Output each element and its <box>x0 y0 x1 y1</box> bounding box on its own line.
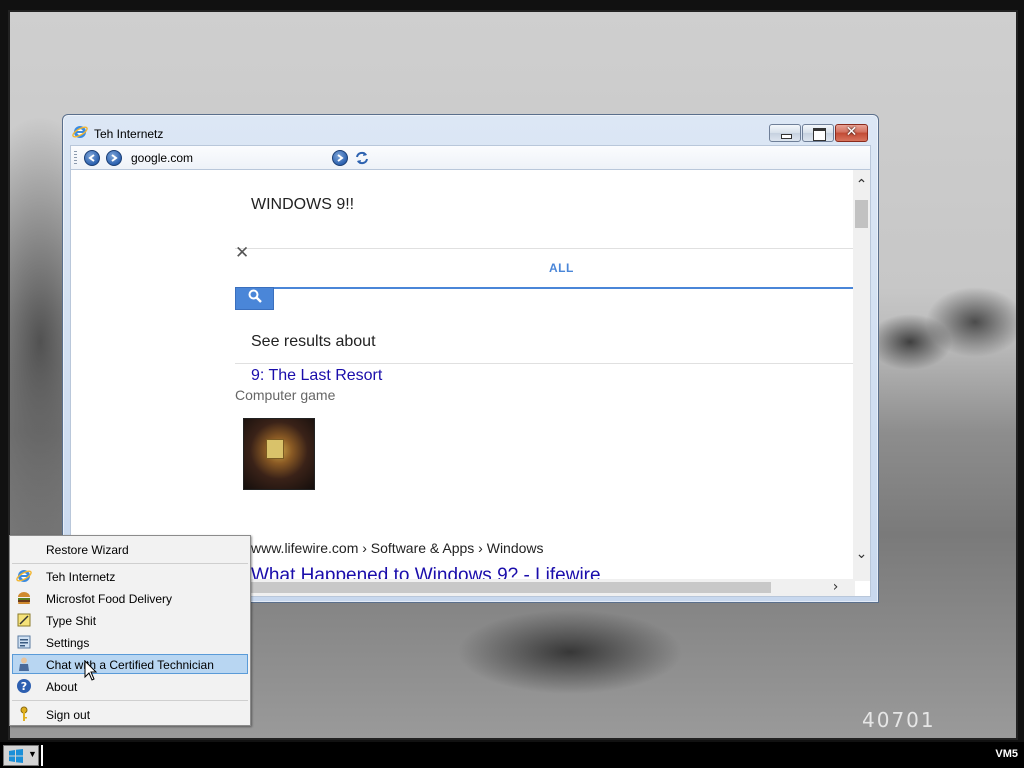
scroll-up-icon[interactable]: ⌃ <box>853 178 870 192</box>
tab-all[interactable]: ALL <box>549 261 574 275</box>
taskbar-divider <box>41 745 43 766</box>
go-arrow-icon <box>337 154 344 162</box>
taskbar: ▼ VM5 <box>0 742 1024 768</box>
divider <box>235 363 855 364</box>
menu-separator <box>12 563 248 564</box>
horizontal-scroll-thumb[interactable] <box>251 582 771 593</box>
result-link[interactable]: 9: The Last Resort <box>251 367 382 385</box>
menu-item-about[interactable]: ? About <box>12 676 248 696</box>
svg-text:?: ? <box>21 680 27 693</box>
internet-explorer-icon <box>16 570 32 582</box>
result-breadcrumb-url[interactable]: www.lifewire.com › Software & Apps › Win… <box>251 540 544 556</box>
menu-item-label: Microsfot Food Delivery <box>46 592 173 606</box>
toolbar-grip[interactable] <box>74 151 77 165</box>
menu-item-settings[interactable]: Settings <box>12 632 248 652</box>
notepad-icon <box>17 613 31 627</box>
address-bar[interactable] <box>131 148 327 168</box>
result-subtitle: Computer game <box>235 387 336 403</box>
internet-explorer-icon <box>72 126 88 138</box>
settings-icon <box>17 635 31 649</box>
menu-item-label: Teh Internetz <box>46 570 116 584</box>
key-icon <box>20 706 28 721</box>
menu-item-teh-internetz[interactable]: Teh Internetz <box>12 566 248 586</box>
menu-item-restore-wizard[interactable]: Restore Wizard <box>12 539 248 559</box>
search-icon <box>248 289 262 303</box>
go-button[interactable] <box>332 150 348 166</box>
menu-item-label: Type Shit <box>46 614 97 628</box>
window-title: Teh Internetz <box>94 127 164 141</box>
menu-item-food-delivery[interactable]: Microsfot Food Delivery <box>12 588 248 608</box>
see-results-heading: See results about <box>251 333 376 350</box>
clear-search-icon[interactable]: ✕ <box>235 243 249 263</box>
result-thumbnail-image[interactable] <box>243 418 315 490</box>
menu-item-label: Chat with a Certified Technician <box>46 658 214 672</box>
start-menu: Restore Wizard Teh Internetz Microsfot F… <box>9 535 251 726</box>
start-button[interactable]: ▼ <box>3 745 39 766</box>
menu-item-label: Sign out <box>46 708 91 722</box>
back-button[interactable] <box>84 150 100 166</box>
menu-item-chat-technician[interactable]: Chat with a Certified Technician <box>12 654 248 674</box>
vertical-scrollbar[interactable]: ⌃ ⌄ <box>853 170 870 581</box>
menu-separator <box>12 700 248 701</box>
menu-item-label: About <box>46 680 78 694</box>
thumbnail-detail <box>266 439 284 459</box>
scroll-down-icon[interactable]: ⌄ <box>853 547 870 561</box>
refresh-icon[interactable] <box>353 149 371 167</box>
wallpaper-photo-number: 40701 <box>862 708 936 732</box>
maximize-button[interactable] <box>802 124 834 142</box>
tab-underline <box>235 287 855 289</box>
mouse-cursor-icon <box>84 660 98 681</box>
close-icon: ✕ <box>845 124 858 140</box>
close-button[interactable]: ✕ <box>835 124 868 142</box>
title-bar[interactable]: Teh Internetz ✕ <box>63 115 878 145</box>
menu-item-sign-out[interactable]: Sign out <box>12 704 248 724</box>
chevron-down-icon: ▼ <box>28 749 37 759</box>
browser-window[interactable]: Teh Internetz ✕ WINDOWS 9!! ✕ ALL <box>62 114 879 603</box>
search-button[interactable] <box>235 287 274 310</box>
forward-button[interactable] <box>106 150 122 166</box>
minimize-button[interactable] <box>769 124 801 142</box>
search-query-text[interactable]: WINDOWS 9!! <box>251 196 354 214</box>
windows-logo-icon <box>9 749 23 763</box>
menu-item-label: Settings <box>46 636 90 650</box>
vertical-scroll-thumb[interactable] <box>855 200 868 228</box>
technician-icon <box>19 657 29 671</box>
menu-item-label: Restore Wizard <box>46 543 129 557</box>
divider <box>235 248 855 249</box>
burger-icon <box>18 592 30 604</box>
browser-toolbar <box>70 145 871 169</box>
back-arrow-icon <box>88 154 95 162</box>
web-page-viewport[interactable]: WINDOWS 9!! ✕ ALL See results about 9: T… <box>70 169 871 597</box>
taskbar-clock: VM5 <box>995 748 1018 760</box>
scroll-right-icon[interactable]: › <box>827 579 844 596</box>
forward-arrow-icon <box>111 154 118 162</box>
menu-item-type-shit[interactable]: Type Shit <box>12 610 248 630</box>
help-icon: ? <box>17 679 31 693</box>
